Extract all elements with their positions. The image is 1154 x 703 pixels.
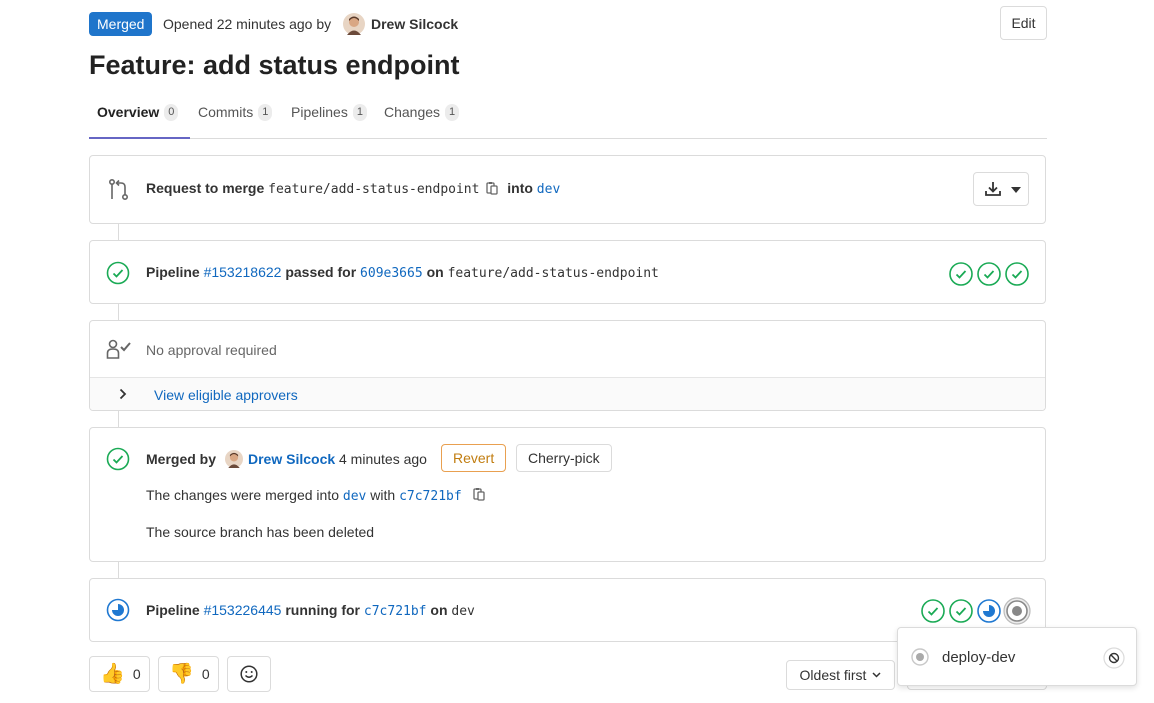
- tab-pipelines-count: 1: [352, 104, 367, 121]
- chevron-right-icon[interactable]: [119, 388, 127, 400]
- pipeline-on-label: on: [430, 602, 448, 618]
- merger-avatar[interactable]: [225, 450, 243, 468]
- approvers-toggle-bar[interactable]: View eligible approvers: [90, 377, 1045, 410]
- tab-overview-label: Overview: [97, 104, 160, 120]
- commit-sha-link[interactable]: 609e3665: [360, 266, 423, 281]
- stage-running-icon[interactable]: [977, 599, 1001, 623]
- chevron-down-icon: [872, 672, 881, 678]
- timeline-connector: [118, 561, 119, 579]
- timeline-connector: [118, 223, 119, 241]
- stage-jobs-dropdown: deploy-dev: [897, 627, 1137, 686]
- merge-into-label: into: [507, 180, 533, 196]
- merged-into-text: The changes were merged into dev with c7…: [146, 487, 486, 504]
- stage-success-icon[interactable]: [921, 599, 945, 623]
- tab-commits[interactable]: Commits 1: [198, 100, 273, 139]
- merge-commit-link[interactable]: c7c721bf: [399, 489, 462, 504]
- tab-changes[interactable]: Changes 1: [384, 100, 460, 139]
- pipeline-widget-passed: Pipeline #153218622 passed for 609e3665 …: [89, 240, 1046, 304]
- tab-pipelines[interactable]: Pipelines 1: [291, 100, 367, 139]
- approval-status-text: No approval required: [146, 342, 277, 358]
- thumbs-up-award-button[interactable]: 👍 0: [89, 656, 150, 692]
- pipeline-branch: dev: [451, 604, 475, 619]
- copy-commit-icon[interactable]: [472, 487, 486, 501]
- status-running-icon[interactable]: [106, 598, 130, 622]
- stage-created-icon[interactable]: [1003, 597, 1031, 625]
- merged-widget: Merged by Drew Silcock 4 minutes ago Rev…: [89, 427, 1046, 562]
- pipeline-text: Pipeline #153226445 running for c7c721bf…: [146, 602, 475, 619]
- pipeline-id-link[interactable]: #153226445: [204, 602, 282, 618]
- pipeline-text: Pipeline #153218622 passed for 609e3665 …: [146, 264, 659, 281]
- pipeline-id-link[interactable]: #153218622: [204, 264, 282, 280]
- stage-success-icon[interactable]: [949, 262, 973, 286]
- download-icon: [985, 182, 1001, 196]
- tab-pipelines-label: Pipelines: [291, 104, 348, 120]
- pipeline-on-label: on: [426, 264, 444, 280]
- timeline-connector: [118, 410, 119, 428]
- chevron-down-icon: [1011, 187, 1021, 193]
- tab-commits-count: 1: [258, 104, 273, 121]
- target-branch-link[interactable]: dev: [537, 182, 560, 197]
- status-success-icon[interactable]: [106, 261, 130, 285]
- merge-request-prefix: Request to merge: [146, 180, 265, 196]
- merged-branch-link[interactable]: dev: [343, 489, 366, 504]
- edit-button[interactable]: Edit: [1000, 6, 1047, 40]
- merged-with-label: with: [370, 487, 396, 503]
- add-reaction-button[interactable]: [227, 656, 271, 692]
- pipeline-status-text: passed for: [285, 264, 357, 280]
- stage-success-icon[interactable]: [977, 262, 1001, 286]
- author-avatar[interactable]: [343, 13, 365, 35]
- tab-commits-label: Commits: [198, 104, 254, 120]
- thumbs-down-award-button[interactable]: 👎 0: [158, 656, 219, 692]
- approval-icon: [106, 339, 131, 359]
- merge-request-widget: Request to merge feature/add-status-endp…: [89, 155, 1046, 224]
- tab-changes-count: 1: [445, 104, 460, 121]
- commit-sha-link[interactable]: c7c721bf: [364, 604, 427, 619]
- tab-overview-count: 0: [164, 104, 179, 121]
- thumbs-down-count: 0: [201, 666, 210, 682]
- thumbs-down-icon: 👎: [169, 663, 194, 685]
- approval-widget: No approval required View eligible appro…: [89, 320, 1046, 411]
- smiley-icon: [240, 665, 258, 683]
- pipeline-label: Pipeline: [146, 602, 200, 618]
- thumbs-up-icon: 👍: [100, 663, 125, 685]
- sort-dropdown-button[interactable]: Oldest first: [786, 660, 895, 690]
- merge-request-text: Request to merge feature/add-status-endp…: [146, 180, 560, 197]
- merger-name-link[interactable]: Drew Silcock: [248, 451, 335, 467]
- copy-branch-icon[interactable]: [485, 181, 499, 195]
- pipeline-label: Pipeline: [146, 264, 200, 280]
- job-item-deploy-dev[interactable]: deploy-dev: [898, 640, 1136, 674]
- status-created-icon: [911, 648, 929, 666]
- timeline-connector: [118, 303, 119, 321]
- download-dropdown-button[interactable]: [973, 172, 1029, 206]
- merge-request-icon: [108, 178, 129, 200]
- page-title: Feature: add status endpoint: [89, 50, 460, 80]
- cancel-job-icon[interactable]: [1103, 647, 1125, 669]
- opened-info-text: Opened 22 minutes ago by: [163, 16, 332, 32]
- pipeline-branch: feature/add-status-endpoint: [447, 266, 659, 281]
- merged-status-badge: Merged: [89, 12, 153, 36]
- merged-by-label: Merged by: [146, 451, 217, 467]
- stage-success-icon[interactable]: [1005, 262, 1029, 286]
- merged-time: 4 minutes ago: [339, 451, 427, 467]
- tab-changes-label: Changes: [384, 104, 441, 120]
- stage-success-icon[interactable]: [949, 599, 973, 623]
- source-branch-deleted-text: The source branch has been deleted: [146, 524, 375, 540]
- view-approvers-link[interactable]: View eligible approvers: [154, 387, 298, 403]
- tab-overview[interactable]: Overview 0: [89, 100, 190, 139]
- revert-button[interactable]: Revert: [441, 444, 507, 472]
- job-name: deploy-dev: [942, 649, 1016, 666]
- thumbs-up-count: 0: [132, 666, 141, 682]
- status-success-icon: [106, 447, 130, 471]
- pipeline-status-text: running for: [285, 602, 360, 618]
- tab-bar: Overview 0 Commits 1 Pipelines 1 Changes…: [89, 100, 1047, 139]
- source-branch: feature/add-status-endpoint: [268, 182, 480, 197]
- author-name[interactable]: Drew Silcock: [371, 16, 458, 32]
- cherry-pick-button[interactable]: Cherry-pick: [516, 444, 612, 472]
- merged-into-prefix: The changes were merged into: [146, 487, 339, 503]
- sort-label: Oldest first: [799, 667, 867, 683]
